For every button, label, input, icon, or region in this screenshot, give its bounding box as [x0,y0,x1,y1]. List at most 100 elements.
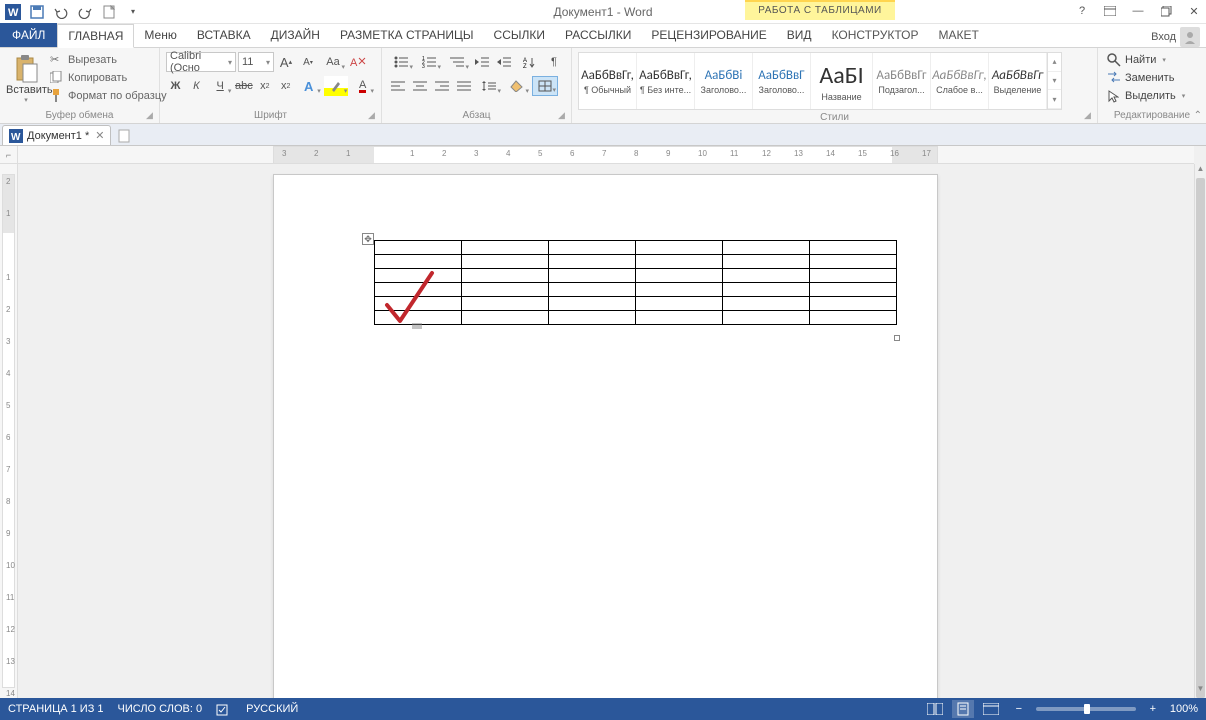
strike-button[interactable]: abc [234,76,253,96]
undo-button[interactable] [52,3,70,21]
vertical-scrollbar[interactable]: ▲ ▼ [1194,164,1206,698]
references-tab[interactable]: ССЫЛКИ [484,23,555,47]
replace-button[interactable]: Заменить [1104,70,1188,86]
zoom-slider[interactable] [1036,707,1136,711]
shading-button[interactable]: ▾ [504,76,530,96]
grow-font-button[interactable]: A▴ [276,52,296,72]
cut-button[interactable]: ✂Вырезать [48,52,169,68]
table-cell[interactable] [810,297,897,311]
word-app-icon[interactable]: W [4,3,22,21]
table-resize-handle[interactable] [894,335,900,341]
page[interactable]: ✥ [273,174,938,698]
shrink-font-button[interactable]: A▾ [298,52,318,72]
document-tab[interactable]: W Документ1 * ✕ [2,125,111,145]
styles-launcher[interactable]: ◢ [1084,110,1094,120]
design-tab[interactable]: ДИЗАЙН [261,23,330,47]
tab-selector[interactable]: ⌐ [0,146,18,164]
table-cell[interactable] [549,241,636,255]
table-cell[interactable] [549,255,636,269]
font-launcher[interactable]: ◢ [368,110,378,120]
bold-button[interactable]: Ж [166,76,185,96]
borders-button[interactable]: ▾ [532,76,558,96]
table-cell[interactable] [375,255,462,269]
minimize-button[interactable]: — [1128,2,1148,20]
table-cell[interactable] [549,283,636,297]
superscript-button[interactable]: x2 [276,76,295,96]
horizontal-ruler[interactable]: 3211234567891011121314151617 [18,146,1194,164]
bullets-button[interactable]: ▾ [388,52,414,72]
clipboard-launcher[interactable]: ◢ [146,110,156,120]
file-tab[interactable]: ФАЙЛ [0,23,57,47]
paragraph-launcher[interactable]: ◢ [558,110,568,120]
print-layout-button[interactable] [952,700,974,718]
autocorrect-widget[interactable] [412,323,422,330]
table-layout-tab[interactable]: МАКЕТ [929,23,989,47]
show-marks-button[interactable]: ¶ [544,52,564,72]
table-cell[interactable] [723,241,810,255]
font-size-combo[interactable]: 11▾ [238,52,274,72]
table-cell[interactable] [810,283,897,297]
table-cell[interactable] [462,255,549,269]
format-painter-button[interactable]: Формат по образцу [48,88,169,104]
highlight-button[interactable]: ▾ [324,76,349,96]
new-document-button[interactable] [115,127,133,145]
table-cell[interactable] [723,269,810,283]
text-effects-button[interactable]: A▾ [297,76,322,96]
table-cell[interactable] [462,311,549,325]
style-item[interactable]: АаБбВвГг,¶ Без инте... [637,53,695,109]
style-item[interactable]: АаБІНазвание [811,53,873,109]
zoom-out-button[interactable]: − [1008,700,1030,718]
table-cell[interactable] [636,241,723,255]
table[interactable] [374,240,897,325]
paste-button[interactable]: Вставить ▾ [6,52,46,104]
table-cell[interactable] [723,283,810,297]
font-color-button[interactable]: A▾ [350,76,375,96]
clear-format-button[interactable]: A [348,52,368,72]
close-doc-button[interactable]: ✕ [95,129,104,142]
language-button[interactable]: РУССКИЙ [246,702,298,716]
menu-tab[interactable]: Меню [134,23,186,47]
mailings-tab[interactable]: РАССЫЛКИ [555,23,641,47]
table-cell[interactable] [723,311,810,325]
scroll-up-button[interactable]: ▲ [1195,164,1206,178]
style-item[interactable]: АаБбВвГг,Слабое в... [931,53,989,109]
table-design-tab[interactable]: КОНСТРУКТОР [822,23,929,47]
table-cell[interactable] [375,269,462,283]
multilevel-button[interactable]: ▾ [444,52,470,72]
page-layout-tab[interactable]: РАЗМЕТКА СТРАНИЦЫ [330,23,484,47]
spell-check-icon[interactable] [216,702,232,716]
table-cell[interactable] [375,283,462,297]
font-name-combo[interactable]: Calibri (Осно▾ [166,52,236,72]
restore-button[interactable] [1156,2,1176,20]
table-cell[interactable] [462,269,549,283]
help-button[interactable]: ? [1072,2,1092,20]
table-cell[interactable] [723,255,810,269]
gallery-down[interactable]: ▾ [1048,72,1061,91]
scroll-down-button[interactable]: ▼ [1195,684,1206,698]
table-cell[interactable] [810,269,897,283]
table-cell[interactable] [636,269,723,283]
align-right-button[interactable] [432,76,452,96]
style-item[interactable]: АаБбВвГг,¶ Обычный [579,53,637,109]
select-button[interactable]: Выделить▾ [1104,88,1188,104]
table-cell[interactable] [723,297,810,311]
table-cell[interactable] [549,269,636,283]
review-tab[interactable]: РЕЦЕНЗИРОВАНИЕ [641,23,776,47]
read-mode-button[interactable] [924,700,946,718]
numbering-button[interactable]: 123▾ [416,52,442,72]
table-cell[interactable] [549,297,636,311]
ribbon-display-button[interactable] [1100,2,1120,20]
table-cell[interactable] [375,297,462,311]
inc-indent-button[interactable] [494,52,514,72]
subscript-button[interactable]: x2 [255,76,274,96]
web-layout-button[interactable] [980,700,1002,718]
insert-tab[interactable]: ВСТАВКА [187,23,261,47]
align-left-button[interactable] [388,76,408,96]
table-cell[interactable] [810,241,897,255]
table-cell[interactable] [462,241,549,255]
vertical-ruler[interactable]: 211234567891011121314 [0,164,18,698]
table-cell[interactable] [810,311,897,325]
italic-button[interactable]: К [187,76,206,96]
new-doc-button[interactable] [100,3,118,21]
document-scroll[interactable]: ✥ [18,164,1194,698]
